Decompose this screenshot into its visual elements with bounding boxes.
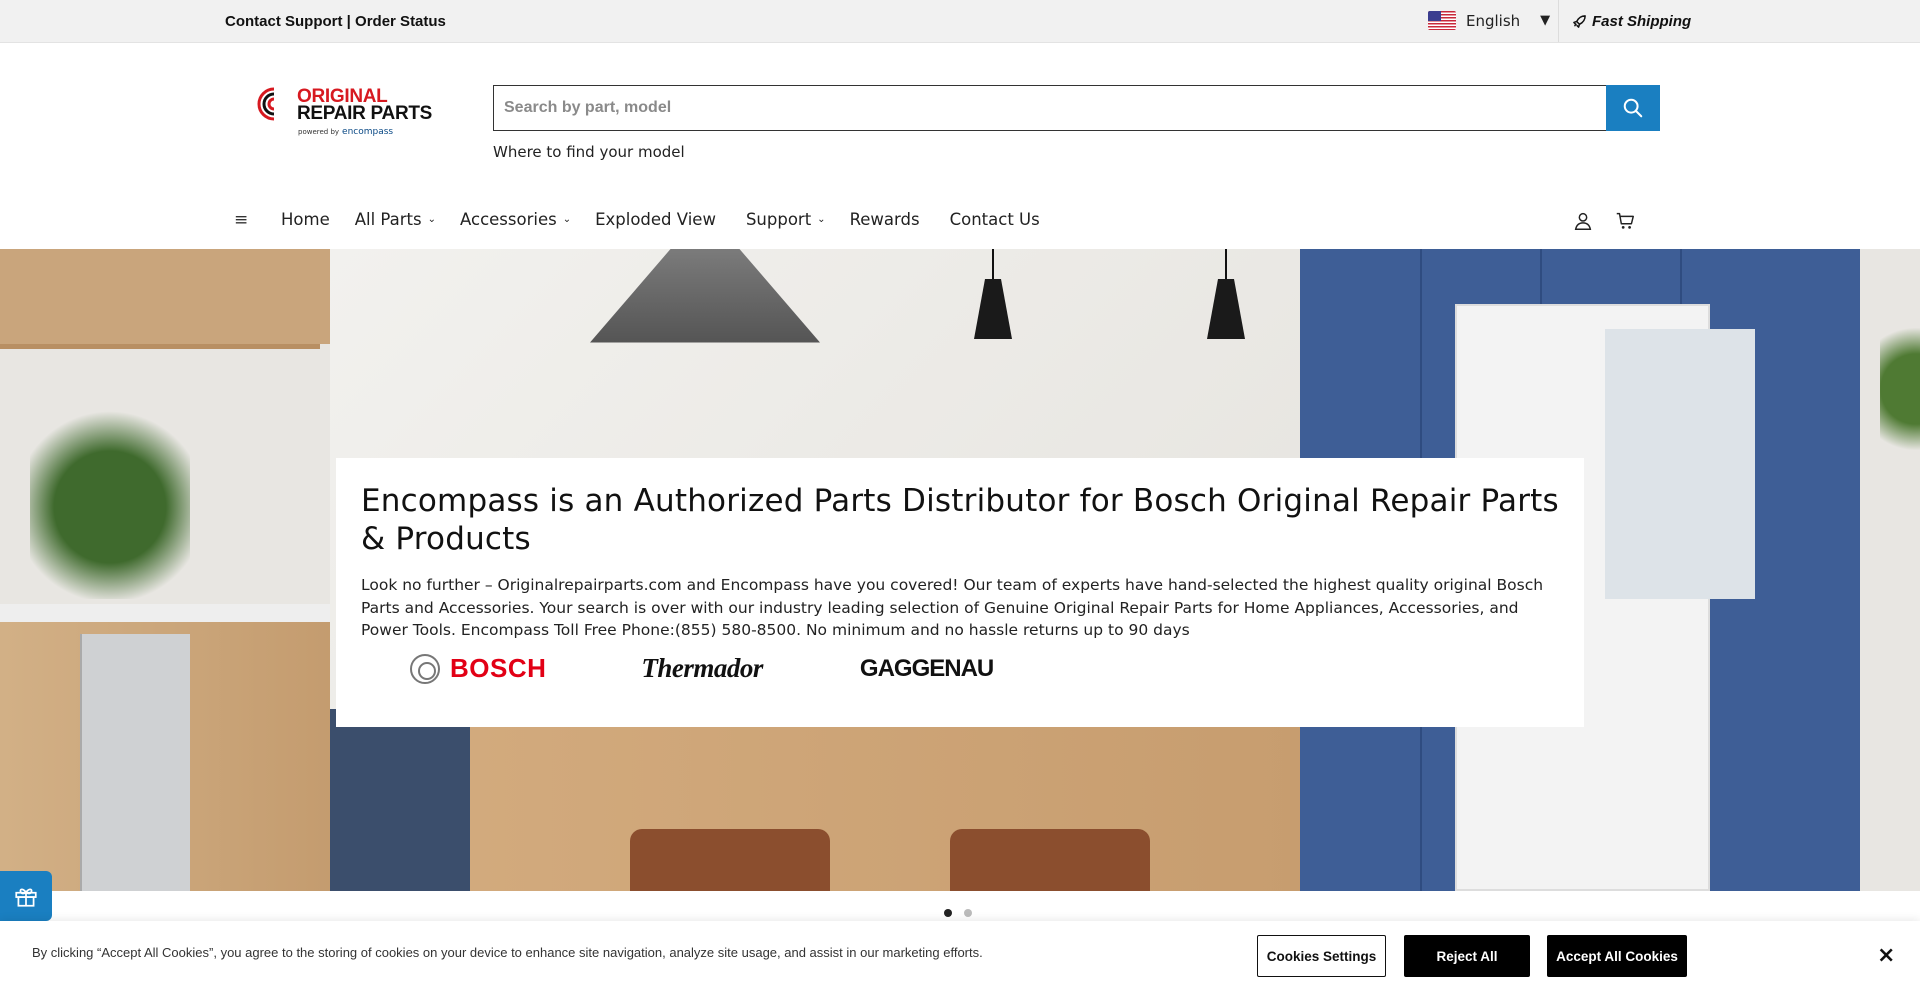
top-links-separator: | [342, 13, 356, 30]
top-links: Contact Support | Order Status [225, 13, 446, 30]
nav-item-label: Contact Us [949, 210, 1040, 229]
chevron-down-icon: ⌄ [562, 214, 572, 225]
nav-item-label: Rewards [849, 210, 920, 229]
bosch-logo: BOSCH [410, 653, 546, 684]
us-flag-icon [1428, 11, 1456, 30]
hamburger-menu-icon[interactable]: ≡ [234, 210, 248, 230]
hero-image-lamp [1207, 249, 1245, 339]
cookies-settings-button[interactable]: Cookies Settings [1257, 935, 1386, 977]
nav-item-exploded-view[interactable]: Exploded View [595, 210, 716, 229]
cookie-text: By clicking “Accept All Cookies”, you ag… [32, 945, 983, 960]
encompass-text: encompass [342, 127, 394, 137]
reject-all-button[interactable]: Reject All [1404, 935, 1530, 977]
gaggenau-logo: GAGGENAU [859, 654, 994, 682]
topbar-divider [1558, 0, 1559, 42]
hero-image-fridge-shelves [1605, 329, 1755, 599]
fast-shipping-label: Fast Shipping [1592, 13, 1692, 30]
carousel-dot[interactable] [964, 909, 972, 917]
rocket-icon [1573, 15, 1586, 28]
account-icon[interactable] [1572, 210, 1594, 232]
nav-item-label: Home [281, 210, 330, 229]
hero-image-plant-right [1880, 309, 1920, 469]
language-label: English [1466, 11, 1521, 30]
close-icon[interactable]: × [1877, 943, 1895, 968]
caret-down-icon: ▼ [1540, 13, 1551, 28]
chevron-down-icon: ⌄ [427, 214, 436, 225]
search-button[interactable] [1606, 85, 1660, 131]
chevron-down-icon: ⌄ [817, 214, 826, 225]
hero-image-shelf [0, 344, 320, 349]
bosch-wordmark: BOSCH [450, 653, 547, 683]
bosch-armature-icon [410, 653, 440, 684]
gift-icon [15, 888, 37, 907]
cart-icon[interactable] [1614, 210, 1636, 232]
nav-item-label: All Parts [354, 210, 422, 229]
powered-by-text: powered by [298, 128, 340, 136]
hero-image-island-wood [470, 725, 1300, 891]
nav-items: Home All Parts ⌄ Accessories ⌄ Exploded Vi… [281, 210, 1040, 229]
nav-item-all-parts[interactable]: All Parts ⌄ [355, 210, 436, 229]
promo-body: Look no further – Originalrepairparts.co… [361, 576, 1544, 639]
hero-image-stool [630, 829, 830, 891]
search-icon [1623, 98, 1643, 118]
hero-image-lamp [974, 249, 1012, 339]
header-icons [1572, 210, 1636, 232]
top-utility-bar: Contact Support | Order Status English ▼… [0, 0, 1920, 43]
logo-powered-by: powered by encompass [298, 127, 393, 137]
nav-item-home[interactable]: Home [281, 210, 330, 229]
hero-image-dishwasher [80, 634, 190, 891]
accept-all-cookies-button[interactable]: Accept All Cookies [1547, 935, 1687, 977]
nav-item-rewards[interactable]: Rewards [850, 210, 920, 229]
promo-title: Encompass is an Authorized Parts Distrib… [361, 483, 1559, 557]
hero-image-counter [0, 604, 330, 622]
hero-image-cabinet [0, 249, 330, 344]
logo-line2: REPAIR PARTS [297, 103, 433, 124]
nav-item-label: Support [745, 210, 812, 229]
promo-card: Encompass is an Authorized Parts Distrib… [336, 458, 1584, 727]
order-status-link[interactable]: Order Status [355, 13, 446, 30]
carousel-dots [944, 909, 972, 917]
contact-support-link[interactable]: Contact Support [225, 13, 343, 30]
carousel-dot[interactable] [944, 909, 952, 917]
nav-item-label: Exploded View [595, 210, 716, 229]
language-selector[interactable]: English ▼ [1428, 11, 1550, 30]
nav-item-support[interactable]: Support ⌄ [746, 210, 826, 229]
nav-item-accessories[interactable]: Accessories ⌄ [460, 210, 571, 229]
nav-item-contact-us[interactable]: Contact Us [950, 210, 1040, 229]
hero-image-plant [30, 369, 190, 599]
fast-shipping: Fast Shipping [1572, 13, 1691, 30]
site-logo[interactable]: ORIGINAL REPAIR PARTS powered by encompa… [256, 86, 434, 138]
nav-item-label: Accessories [460, 210, 557, 229]
hero-image-stool [950, 829, 1150, 891]
search-input[interactable] [493, 85, 1606, 131]
find-model-link[interactable]: Where to find your model [493, 143, 685, 161]
logo-mark-icon [257, 87, 275, 121]
brand-logos: BOSCH Thermador GAGGENAU [410, 653, 994, 684]
thermador-logo: Thermador [641, 653, 763, 683]
main-nav: ≡ Home All Parts ⌄ Accessories ⌄ Exploded … [0, 196, 1920, 248]
search-bar [493, 85, 1660, 131]
rewards-launcher[interactable] [0, 871, 52, 921]
cookie-banner: By clicking “Accept All Cookies”, you ag… [0, 921, 1920, 993]
